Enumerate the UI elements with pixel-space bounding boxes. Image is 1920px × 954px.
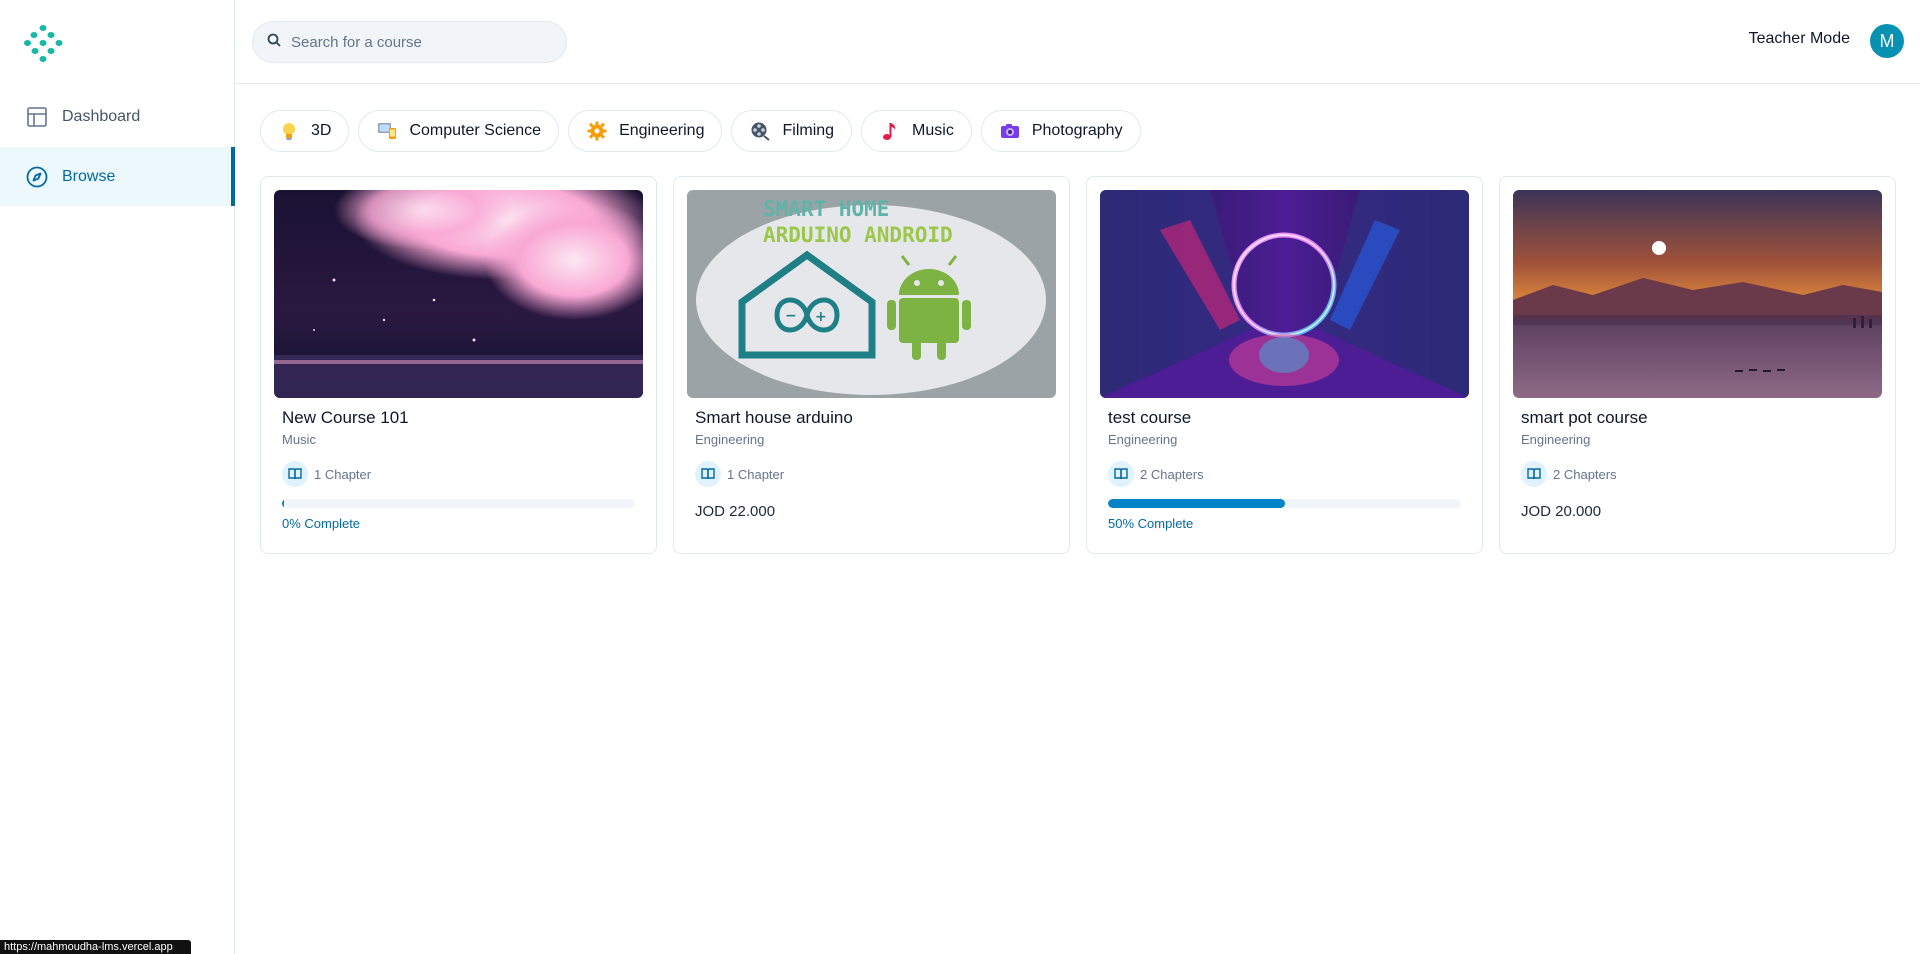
progress-label: 0% Complete — [282, 516, 361, 531]
book-icon — [282, 461, 308, 487]
progress-label: 50% Complete — [1108, 516, 1194, 531]
search-box[interactable] — [252, 21, 567, 63]
layout-icon — [26, 106, 48, 128]
category-chip-engineering[interactable]: Engineering — [568, 110, 723, 152]
film-reel-icon — [750, 121, 771, 141]
chapter-count-label: 1 Chapter — [314, 466, 372, 482]
lightbulb-icon — [279, 121, 299, 141]
chapter-count-label: 1 Chapter — [727, 466, 785, 482]
category-chip-photography[interactable]: Photography — [980, 110, 1141, 152]
course-category: Music — [282, 432, 316, 447]
search-input[interactable] — [291, 33, 551, 51]
course-card[interactable]: SMART HOME ARDUINO ANDROID − + Smart hou… — [673, 176, 1070, 554]
gear-icon — [587, 121, 607, 141]
course-thumbnail — [274, 190, 643, 398]
sidebar-item-dashboard[interactable]: Dashboard — [0, 87, 235, 146]
thumbnail-text-line-2: ARDUINO ANDROID — [763, 223, 953, 247]
music-note-icon — [880, 121, 900, 141]
sidebar-item-browse[interactable]: Browse — [0, 147, 235, 206]
camera-icon — [1000, 121, 1020, 141]
category-label: Filming — [782, 122, 835, 139]
category-label: 3D — [311, 122, 332, 139]
category-label: Music — [912, 122, 954, 139]
course-thumbnail — [1100, 190, 1469, 398]
course-title: smart pot course — [1521, 408, 1648, 427]
course-category: Engineering — [695, 432, 765, 447]
chapter-count: 1 Chapter — [695, 461, 1056, 487]
svg-text:+: + — [815, 309, 827, 325]
logo[interactable] — [24, 24, 70, 64]
book-icon — [695, 461, 721, 487]
progress-fill — [282, 499, 284, 508]
category-chip-3d[interactable]: 3D — [260, 110, 350, 152]
chapter-count-label: 2 Chapters — [1553, 466, 1617, 482]
course-title: Smart house arduino — [695, 408, 853, 427]
thumbnail-text-line-1: SMART HOME — [763, 197, 889, 221]
course-price: JOD 20.000 — [1521, 503, 1602, 520]
course-grid: New Course 101 Music 1 Chapter 0% Comple… — [260, 176, 1896, 554]
course-card[interactable]: smart pot course Engineering 2 Chapters … — [1499, 176, 1896, 554]
category-label: Computer Science — [409, 122, 542, 139]
course-title: New Course 101 — [282, 408, 409, 427]
book-icon — [1521, 461, 1547, 487]
chapter-count: 1 Chapter — [282, 461, 643, 487]
category-chip-computer-science[interactable]: Computer Science — [358, 110, 560, 152]
category-label: Engineering — [619, 122, 705, 139]
category-chip-filming[interactable]: Filming — [731, 110, 853, 152]
compass-icon — [26, 166, 48, 188]
search-icon — [267, 33, 281, 52]
progress-bar — [1108, 499, 1461, 508]
category-list: 3D Computer Science Engineering Filming … — [260, 110, 1141, 152]
sidebar-item-label: Dashboard — [62, 107, 141, 125]
chapter-count: 2 Chapters — [1521, 461, 1882, 487]
topbar: Teacher Mode M — [235, 0, 1920, 84]
progress-fill — [1108, 499, 1285, 508]
teacher-mode-button[interactable]: Teacher Mode — [1749, 30, 1850, 48]
course-category: Engineering — [1108, 432, 1178, 447]
course-price: JOD 22.000 — [695, 503, 776, 520]
category-label: Photography — [1031, 122, 1123, 139]
svg-text:−: − — [785, 308, 797, 324]
chapter-count-label: 2 Chapters — [1140, 466, 1204, 482]
chapter-count: 2 Chapters — [1108, 461, 1469, 487]
course-title: test course — [1108, 408, 1192, 427]
status-bar-url: https://mahmoudha-lms.vercel.app — [0, 940, 191, 954]
progress-bar — [282, 499, 635, 508]
sidebar-item-label: Browse — [62, 167, 116, 185]
course-thumbnail: SMART HOME ARDUINO ANDROID − + — [687, 190, 1056, 398]
category-chip-music[interactable]: Music — [861, 110, 972, 152]
sidebar: Dashboard Browse — [0, 0, 235, 954]
course-category: Engineering — [1521, 432, 1591, 447]
course-card[interactable]: test course Engineering 2 Chapters 50% C… — [1086, 176, 1483, 554]
book-icon — [1108, 461, 1134, 487]
course-thumbnail — [1513, 190, 1882, 398]
computer-icon — [377, 121, 397, 141]
avatar[interactable]: M — [1870, 24, 1904, 58]
course-card[interactable]: New Course 101 Music 1 Chapter 0% Comple… — [260, 176, 657, 554]
